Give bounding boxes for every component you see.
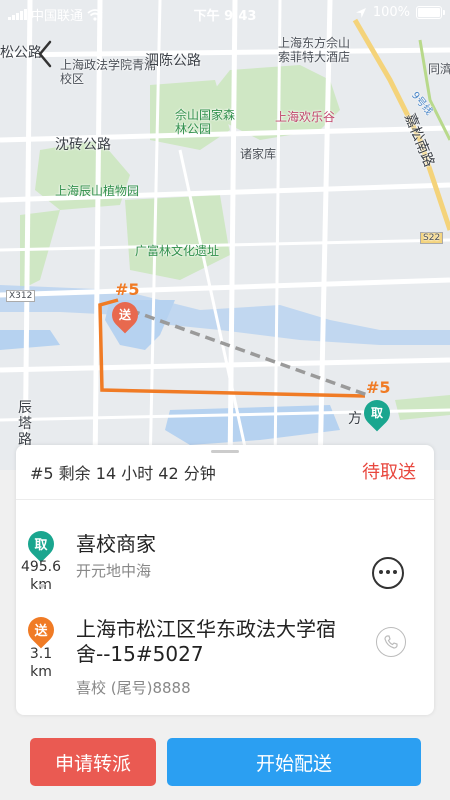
map-label: S22 <box>420 232 444 244</box>
route-arrow-icon <box>38 584 46 589</box>
dropoff-badge: 送 <box>34 624 48 639</box>
phone-icon <box>384 635 398 649</box>
pickup-badge: 取 <box>34 538 48 553</box>
action-bar: 申请转派 开始配送 <box>0 722 450 800</box>
dropoff-pin[interactable]: 送 <box>106 296 144 334</box>
pickup-distance: 495.6 <box>20 559 62 575</box>
battery-percent: 100% <box>372 5 410 20</box>
map-label: 上海欢乐谷 <box>275 110 336 124</box>
order-header: #5 剩余 14 小时 42 分钟 待取送 <box>16 445 434 500</box>
pickup-pin[interactable]: 取 <box>358 394 396 432</box>
pickup-row: 取 495.6 km 喜校商家 开元地中海 <box>16 505 434 593</box>
request-transfer-button[interactable]: 申请转派 <box>30 738 156 786</box>
status-bar: 中国联通 下午 9:43 100% <box>0 0 450 26</box>
map-view[interactable]: 松公路 上海政法学院青浦校区 泗陈公路 上海东方佘山 索菲特大酒店 同濟 佘山国… <box>0 0 450 470</box>
dropoff-pin-label: 送 <box>118 308 131 322</box>
map-label: 泗陈公路 <box>145 53 201 69</box>
map-label: 上海辰山植物园 <box>55 184 140 198</box>
order-summary: #5 剩余 14 小时 42 分钟 <box>30 464 216 483</box>
pickup-name: 喜校商家 <box>76 532 156 556</box>
battery-icon <box>416 6 445 19</box>
map-label: 索菲特大酒店 <box>278 50 351 64</box>
map-label: 方 <box>348 411 362 427</box>
map-label: X312 <box>6 290 36 302</box>
order-tag: #5 <box>115 280 140 299</box>
pickup-pin-label: 取 <box>370 406 383 420</box>
location-arrow-icon <box>355 7 366 18</box>
dropoff-contact: 喜校 (尾号)8888 <box>76 679 191 697</box>
map-label: 辰塔路 <box>18 400 32 448</box>
map-label: 同濟 <box>428 62 450 76</box>
order-card: #5 剩余 14 小时 42 分钟 待取送 取 495.6 km 喜校商家 开元… <box>16 445 434 715</box>
map-label: 广富林文化遗址 <box>135 244 220 258</box>
map-label: 沈砖公路 <box>55 137 111 153</box>
back-chevron-icon[interactable] <box>28 36 64 72</box>
order-tag: #5 <box>366 378 391 397</box>
map-label: 佘山国家森林公园 <box>175 108 236 136</box>
map-label: 诸家库 <box>240 147 277 161</box>
start-delivery-button[interactable]: 开始配送 <box>167 738 421 786</box>
phone-button[interactable] <box>376 627 406 657</box>
dropoff-row: 送 3.1 km 上海市松江区华东政法大学宿舍--15#5027 喜校 (尾号)… <box>16 595 434 705</box>
message-button[interactable] <box>372 557 404 589</box>
dropoff-distance: 3.1 <box>29 646 53 662</box>
dropoff-address: 上海市松江区华东政法大学宿舍--15#5027 <box>76 617 336 666</box>
dropoff-distance-unit: km <box>30 664 52 680</box>
order-status: 待取送 <box>362 462 416 483</box>
pickup-sub: 开元地中海 <box>76 562 152 580</box>
